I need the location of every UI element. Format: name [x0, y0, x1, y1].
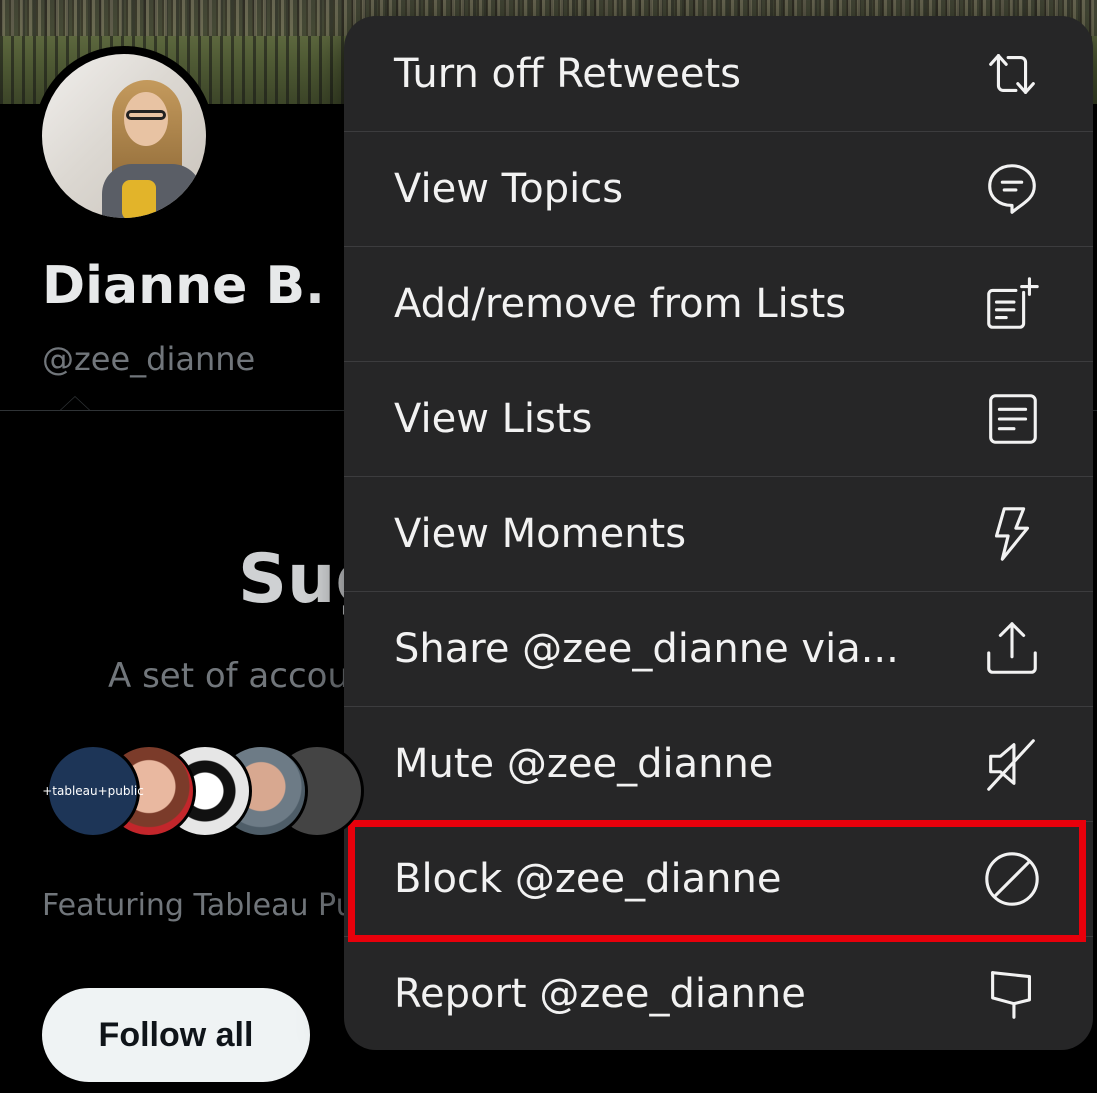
featuring-text: Featuring Tableau Pu [42, 888, 355, 923]
avatar-photo [42, 54, 206, 218]
menu-item-share[interactable]: Share @zee_dianne via... [344, 591, 1093, 706]
tableau-public-logo-text: +tableau+public [42, 784, 144, 798]
menu-item-label: View Topics [394, 165, 624, 212]
topics-icon [981, 158, 1043, 220]
lightning-icon [981, 503, 1043, 565]
menu-item-view-lists[interactable]: View Lists [344, 361, 1093, 476]
menu-item-label: View Lists [394, 395, 593, 442]
mute-icon [981, 733, 1043, 795]
profile-avatar[interactable] [34, 46, 214, 226]
profile-name: Dianne B. Z [42, 256, 381, 316]
menu-item-label: Share @zee_dianne via... [394, 625, 899, 672]
menu-item-label: Turn off Retweets [394, 50, 742, 97]
menu-item-label: Report @zee_dianne [394, 970, 806, 1017]
share-icon [981, 618, 1043, 680]
profile-handle: @zee_dianne [42, 340, 256, 378]
add-list-icon [981, 273, 1043, 335]
menu-item-view-moments[interactable]: View Moments [344, 476, 1093, 591]
menu-item-label: Mute @zee_dianne [394, 740, 774, 787]
lists-icon [981, 388, 1043, 450]
suggested-avatar[interactable]: +tableau+public [42, 744, 144, 838]
flag-icon [981, 963, 1043, 1025]
suggested-subtitle: A set of accou [108, 656, 349, 696]
menu-item-view-topics[interactable]: View Topics [344, 131, 1093, 246]
retweet-icon [981, 43, 1043, 105]
menu-item-mute[interactable]: Mute @zee_dianne [344, 706, 1093, 821]
menu-item-add-remove-lists[interactable]: Add/remove from Lists [344, 246, 1093, 361]
menu-item-label: View Moments [394, 510, 687, 557]
tab-caret-indicator [60, 396, 90, 410]
suggested-avatars[interactable]: +tableau+public [42, 744, 366, 838]
menu-item-label: Add/remove from Lists [394, 280, 847, 327]
follow-all-button[interactable]: Follow all [42, 988, 310, 1082]
menu-item-turn-off-retweets[interactable]: Turn off Retweets [344, 16, 1093, 131]
menu-item-report[interactable]: Report @zee_dianne [344, 936, 1093, 1050]
block-highlight-box [348, 820, 1086, 942]
